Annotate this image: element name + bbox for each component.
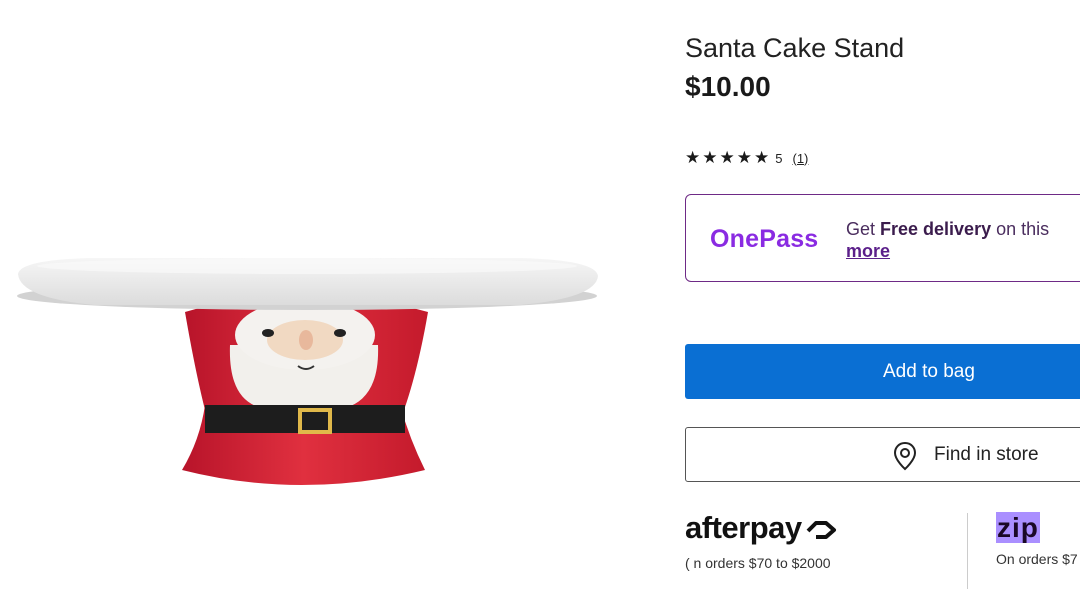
product-info: Santa Cake Stand $10.00 ★ ★ ★ ★ ★ 5 (1) … xyxy=(685,0,1080,590)
afterpay-logo: afterpay xyxy=(685,510,838,546)
star-icon: ★ xyxy=(754,148,770,167)
onepass-text-bold: Free delivery xyxy=(880,219,992,239)
onepass-more-link[interactable]: more xyxy=(846,241,890,261)
onepass-text-suffix: on this xyxy=(991,219,1050,239)
location-pin-icon xyxy=(893,441,917,471)
afterpay-arrows-icon xyxy=(806,520,836,539)
find-in-store-label: Find in store xyxy=(934,444,1039,465)
star-icon: ★ xyxy=(702,148,718,167)
product-title: Santa Cake Stand xyxy=(685,33,905,63)
onepass-logo: OnePass xyxy=(710,225,819,253)
payment-divider xyxy=(967,513,968,589)
onepass-message: Get Free delivery on this more xyxy=(846,218,1049,262)
onepass-text-prefix: Get xyxy=(846,219,881,239)
zip-note: On orders $7 xyxy=(996,551,1078,567)
product-image[interactable] xyxy=(0,0,640,590)
rating-stars: ★ ★ ★ ★ ★ xyxy=(685,149,769,167)
afterpay-wordmark: afterpay xyxy=(685,510,802,545)
star-icon: ★ xyxy=(736,148,752,167)
onepass-banner: OnePass Get Free delivery on this more xyxy=(685,194,1080,282)
product-price: $10.00 xyxy=(685,71,771,102)
add-to-bag-button[interactable]: Add to bag xyxy=(685,344,1080,399)
add-to-bag-label: Add to bag xyxy=(883,361,975,382)
afterpay-note: ( n orders $70 to $2000 xyxy=(685,555,831,571)
product-rating: ★ ★ ★ ★ ★ 5 (1) xyxy=(685,149,808,167)
find-in-store-button[interactable]: Find in store xyxy=(685,427,1080,482)
rating-score: 5 xyxy=(775,150,783,166)
review-count-link[interactable]: (1) xyxy=(792,151,808,166)
star-icon: ★ xyxy=(685,148,701,167)
star-icon: ★ xyxy=(719,148,735,167)
santa-cake-stand-image xyxy=(17,258,598,485)
zip-wordmark: zip xyxy=(996,512,1040,543)
zip-logo: zip xyxy=(996,512,1040,544)
